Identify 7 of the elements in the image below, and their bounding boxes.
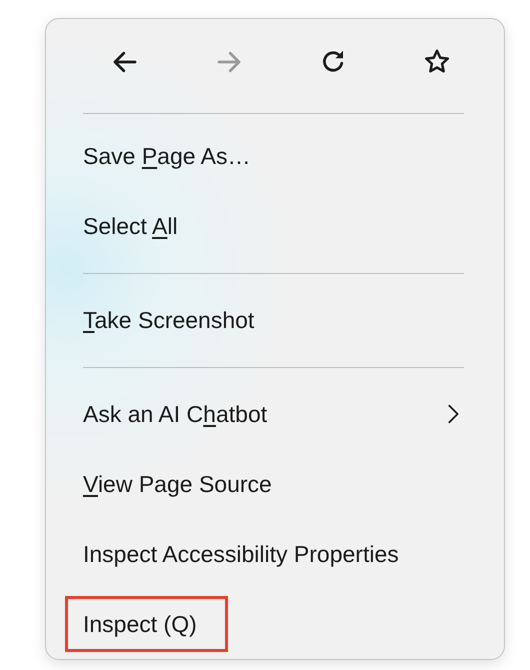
menu-item[interactable]: Inspect Accessibility Properties xyxy=(83,519,464,589)
menu-item[interactable]: Select All xyxy=(83,191,464,261)
menu-item[interactable]: Inspect (Q) xyxy=(65,596,228,652)
menu-item[interactable]: Ask an AI Chatbot xyxy=(83,379,464,449)
menu-item[interactable]: Take Screenshot xyxy=(83,285,464,355)
menu-item[interactable]: Save Page As… xyxy=(83,121,464,191)
menu-item[interactable]: View Page Source xyxy=(83,449,464,519)
